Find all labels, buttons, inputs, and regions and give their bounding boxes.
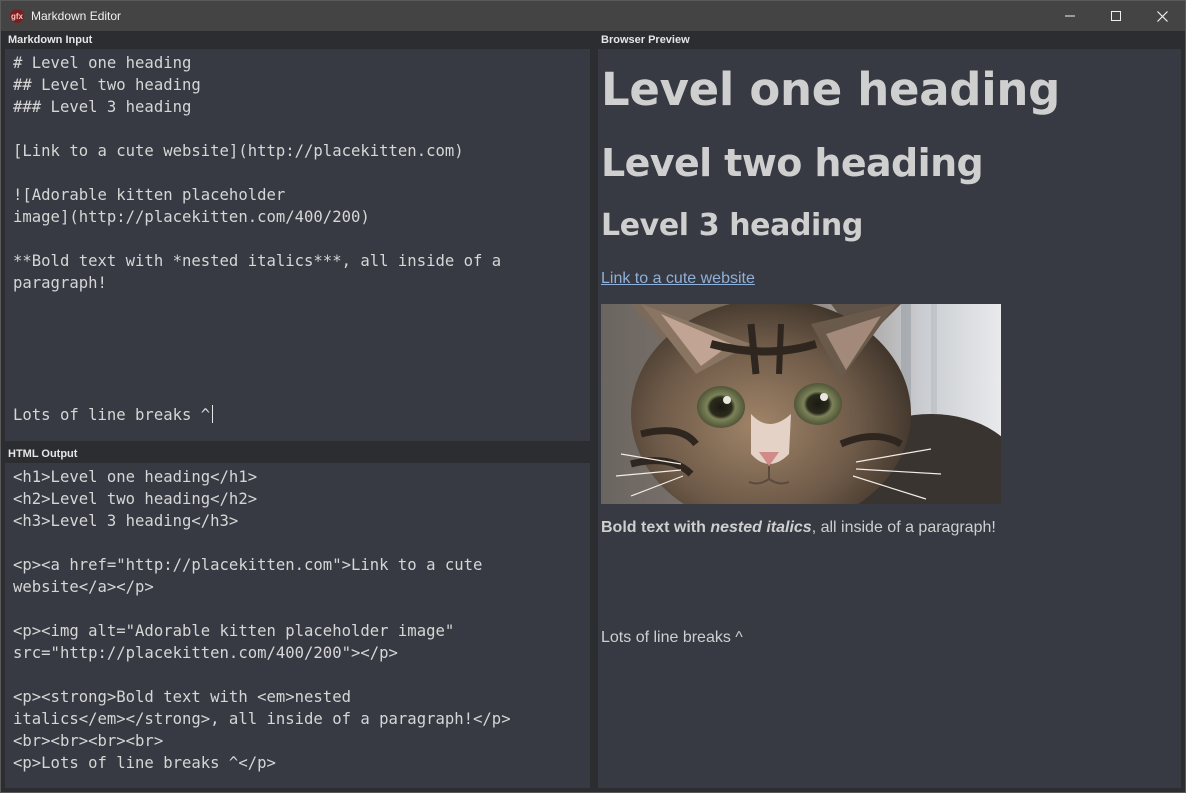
browser-preview: Level one heading Level two heading Leve…	[598, 49, 1181, 788]
markdown-input-line: # Level one heading	[13, 54, 192, 72]
html-output-viewer[interactable]: <h1>Level one heading</h1> <h2>Level two …	[5, 463, 590, 788]
html-output-line	[13, 664, 511, 686]
close-button[interactable]	[1139, 1, 1185, 31]
html-output-line: <p><img alt="Adorable kitten placeholder…	[13, 622, 455, 640]
html-output-line: <p><strong>Bold text with <em>nested	[13, 688, 351, 706]
markdown-input-editor[interactable]: # Level one heading ## Level two heading #…	[5, 49, 590, 441]
markdown-input-text[interactable]: # Level one heading ## Level two heading #…	[13, 52, 501, 426]
html-output-line: <p><a href="http://placekitten.com">Link…	[13, 556, 483, 574]
minimize-icon	[1065, 15, 1075, 17]
preview-last-paragraph: Lots of line breaks ^	[601, 629, 743, 646]
html-output-header: HTML Output	[5, 446, 591, 463]
preview-h1: Level one heading	[601, 63, 1060, 116]
markdown-input-line: [Link to a cute website](http://placekit…	[13, 142, 464, 160]
markdown-input-line	[13, 228, 501, 250]
browser-preview-header: Browser Preview	[598, 32, 1181, 49]
preview-link[interactable]: Link to a cute website	[601, 270, 755, 288]
markdown-input-line: ![Adorable kitten placeholder	[13, 186, 286, 204]
html-output-line: <br><br><br><br>	[13, 732, 164, 750]
maximize-icon	[1111, 11, 1121, 21]
markdown-input-line	[13, 316, 501, 338]
markdown-input-line: Lots of line breaks ^	[13, 404, 501, 426]
preview-paragraph: Bold text with nested italics, all insid…	[601, 519, 996, 537]
markdown-input-line	[13, 360, 501, 382]
html-output-line: italics</em></strong>, all inside of a p…	[13, 710, 511, 728]
svg-text:gfx: gfx	[11, 12, 24, 21]
html-output-line: <h3>Level 3 heading</h3>	[13, 512, 239, 530]
html-output-line: src="http://placekitten.com/400/200"></p…	[13, 644, 398, 662]
markdown-input-line	[13, 338, 501, 360]
html-output-line	[13, 598, 511, 620]
html-output-line: website</a></p>	[13, 578, 154, 596]
minimize-button[interactable]	[1047, 1, 1093, 31]
markdown-input-line	[13, 382, 501, 404]
markdown-input-line: ## Level two heading	[13, 76, 201, 94]
markdown-input-line: ### Level 3 heading	[13, 98, 192, 116]
html-output-text[interactable]: <h1>Level one heading</h1> <h2>Level two …	[13, 466, 511, 774]
markdown-input-line: image](http://placekitten.com/400/200)	[13, 208, 370, 226]
title-bar[interactable]: gfx Markdown Editor	[1, 1, 1185, 31]
html-output-line	[13, 532, 511, 554]
close-icon	[1156, 10, 1168, 22]
preview-bold-text: Bold text with	[601, 519, 711, 536]
markdown-input-line: **Bold text with *nested italics***, all…	[13, 252, 502, 270]
maximize-button[interactable]	[1093, 1, 1139, 31]
window-controls	[1047, 1, 1185, 31]
gfx-app-icon: gfx	[9, 8, 25, 24]
html-output-line: <p>Lots of line breaks ^</p>	[13, 754, 276, 772]
markdown-editor-window: gfx Markdown Editor Markdown Input # Lev…	[0, 0, 1186, 793]
preview-h3: Level 3 heading	[601, 208, 863, 243]
html-output-line: <h1>Level one heading</h1>	[13, 468, 258, 486]
kitten-image	[601, 304, 1001, 504]
text-caret	[212, 405, 214, 423]
preview-h2: Level two heading	[601, 141, 984, 185]
window-title: Markdown Editor	[31, 9, 122, 23]
markdown-input-line: paragraph!	[13, 274, 107, 292]
html-output-line: <h2>Level two heading</h2>	[13, 490, 258, 508]
markdown-input-line	[13, 162, 501, 184]
markdown-input-header: Markdown Input	[5, 32, 591, 49]
markdown-input-line	[13, 118, 501, 140]
markdown-input-line	[13, 294, 501, 316]
preview-bold-italic-text: nested italics	[710, 519, 812, 536]
preview-paragraph-rest: , all inside of a paragraph!	[811, 519, 996, 536]
